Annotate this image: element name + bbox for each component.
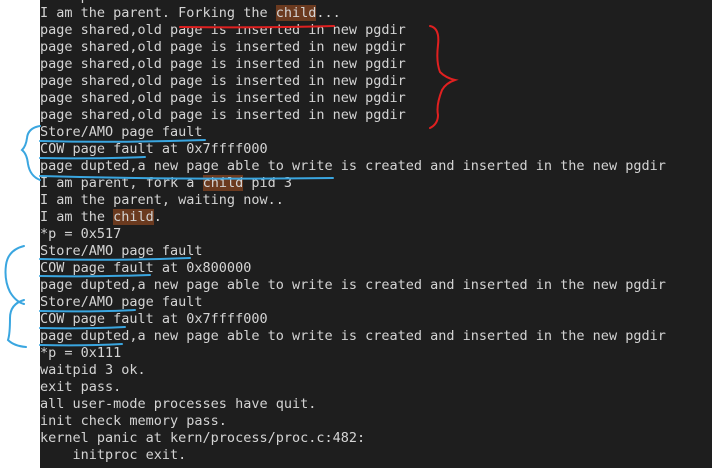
terminal-line: waitpid 3 ok.	[40, 362, 666, 379]
terminal-line: I am the parent. Forking the child...	[40, 5, 666, 22]
terminal-panel: BreakpointI am the parent. Forking the c…	[40, 0, 712, 468]
terminal-text: Store/AMO page fault	[40, 294, 203, 310]
terminal-text: I am the parent. Forking the	[40, 5, 276, 21]
terminal-line: exit pass.	[40, 379, 666, 396]
terminal-line: page dupted,a new page able to write is …	[40, 328, 666, 345]
search-highlight: child	[113, 209, 154, 225]
terminal-text: page shared,old page is inserted in new …	[40, 22, 406, 38]
terminal-text: I am the	[40, 209, 114, 225]
terminal-line: COW page fault at 0x7ffff000	[40, 141, 666, 158]
terminal-text: page shared,old page is inserted in new …	[40, 90, 406, 106]
terminal-line: *p = 0x111	[40, 345, 666, 362]
terminal-text: *p = 0x517	[40, 226, 122, 242]
terminal-output: BreakpointI am the parent. Forking the c…	[40, 0, 666, 464]
terminal-text: page shared,old page is inserted in new …	[40, 39, 406, 55]
terminal-line: page shared,old page is inserted in new …	[40, 90, 666, 107]
terminal-text: exit pass.	[40, 379, 122, 395]
terminal-line: *p = 0x517	[40, 226, 666, 243]
terminal-text: COW page fault at 0x800000	[40, 260, 252, 276]
terminal-line: I am the child.	[40, 209, 666, 226]
terminal-text: kernel panic at kern/process/proc.c:482:	[40, 430, 366, 446]
terminal-text: all user-mode processes have quit.	[40, 396, 317, 412]
terminal-line: init check memory pass.	[40, 413, 666, 430]
terminal-text: Store/AMO page fault	[40, 124, 203, 140]
terminal-line: page shared,old page is inserted in new …	[40, 22, 666, 39]
terminal-text: page shared,old page is inserted in new …	[40, 107, 406, 123]
terminal-line: page dupted,a new page able to write is …	[40, 158, 666, 175]
terminal-text: COW page fault at 0x7ffff000	[40, 141, 268, 157]
blue-brace-2	[4, 245, 25, 305]
terminal-text: .	[153, 209, 162, 225]
terminal-text: init check memory pass.	[40, 413, 227, 429]
terminal-line: page dupted,a new page able to write is …	[40, 277, 666, 294]
terminal-text: *p = 0x111	[40, 345, 122, 361]
terminal-line: COW page fault at 0x7ffff000	[40, 311, 666, 328]
terminal-text: COW page fault at 0x7ffff000	[40, 311, 268, 327]
terminal-text: Breakpoint	[40, 0, 121, 4]
terminal-line: page shared,old page is inserted in new …	[40, 39, 666, 56]
terminal-line: page shared,old page is inserted in new …	[40, 107, 666, 124]
terminal-line: Store/AMO page fault	[40, 124, 666, 141]
terminal-text: page shared,old page is inserted in new …	[40, 56, 406, 72]
terminal-text: I am the parent, waiting now..	[40, 192, 284, 208]
terminal-text: waitpid 3 ok.	[40, 362, 146, 378]
search-highlight: child	[275, 5, 317, 21]
terminal-line: I am the parent, waiting now..	[40, 192, 666, 209]
terminal-line: initproc exit.	[40, 447, 666, 464]
terminal-text: pid 3	[243, 175, 292, 191]
terminal-line: all user-mode processes have quit.	[40, 396, 666, 413]
blue-brace-3	[6, 299, 27, 348]
terminal-text: page shared,old page is inserted in new …	[40, 73, 406, 89]
terminal-line: I am parent, fork a child pid 3	[40, 175, 666, 192]
terminal-text: page dupted,a new page able to write is …	[40, 328, 666, 344]
terminal-text: Store/AMO page fault	[40, 243, 203, 259]
terminal-line: Store/AMO page fault	[40, 243, 666, 260]
terminal-line: page shared,old page is inserted in new …	[40, 73, 666, 90]
terminal-line: COW page fault at 0x800000	[40, 260, 666, 277]
screenshot: BreakpointI am the parent. Forking the c…	[0, 0, 712, 468]
terminal-line: page shared,old page is inserted in new …	[40, 56, 666, 73]
search-highlight: child	[202, 175, 244, 191]
terminal-text: page dupted,a new page able to write is …	[40, 277, 666, 293]
blue-brace-1	[20, 125, 41, 181]
terminal-line: kernel panic at kern/process/proc.c:482:	[40, 430, 666, 447]
terminal-text: page dupted,a new page able to write is …	[40, 158, 666, 174]
terminal-line: Store/AMO page fault	[40, 294, 666, 311]
terminal-text: initproc exit.	[40, 447, 187, 463]
terminal-text: ...	[316, 5, 341, 21]
terminal-text: I am parent, fork a	[40, 175, 203, 191]
